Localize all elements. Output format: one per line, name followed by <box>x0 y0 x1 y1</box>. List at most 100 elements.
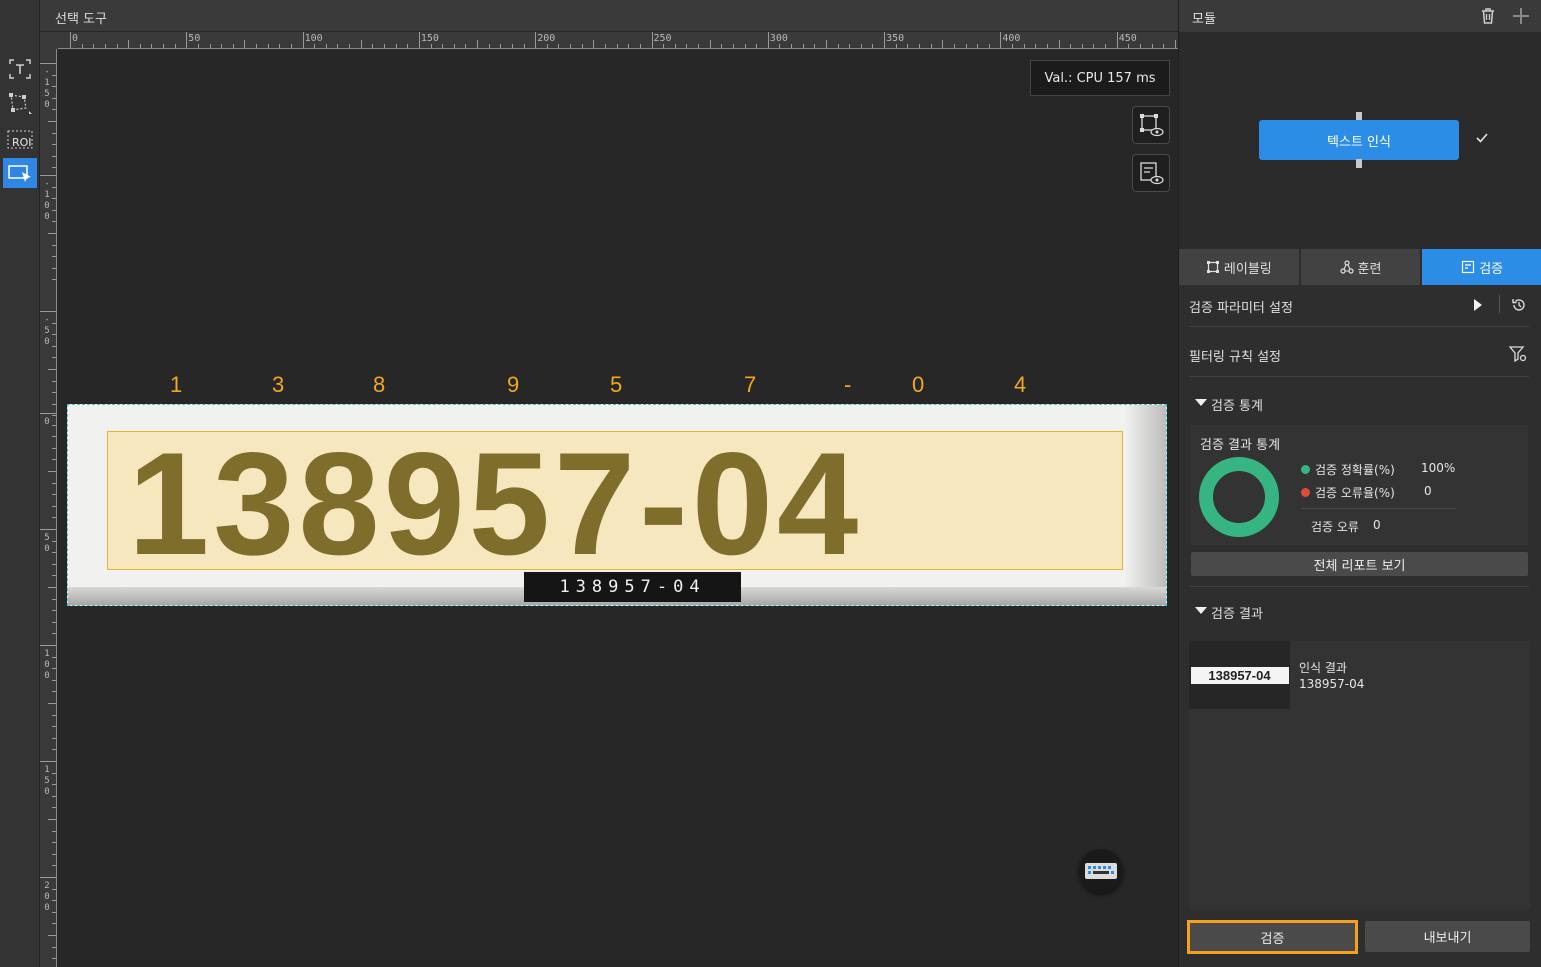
ruler-minor-tick <box>244 40 246 48</box>
ruler-minor-tick <box>52 726 56 728</box>
delete-module-button[interactable] <box>1479 7 1497 29</box>
ruler-minor-tick <box>686 44 688 48</box>
character-label: 1 <box>170 372 183 397</box>
ruler-minor-tick <box>1023 44 1025 48</box>
tab-verify[interactable]: 검증 <box>1422 249 1541 285</box>
ruler-minor-tick <box>895 44 897 48</box>
list-item[interactable]: 138957-04 인식 결과 138957-04 <box>1189 641 1530 709</box>
ruler-minor-tick <box>52 540 56 542</box>
stats-section-header[interactable]: 검증 통계 <box>1189 395 1529 415</box>
ruler-minor-tick <box>849 44 851 48</box>
filter-icon <box>1508 346 1527 363</box>
image-edge <box>1126 405 1166 605</box>
ruler-minor-tick <box>52 563 56 565</box>
character-label: 7 <box>744 372 757 397</box>
trash-icon <box>1482 8 1494 24</box>
filter-button[interactable] <box>1508 346 1527 366</box>
ruler-minor-tick <box>52 198 56 200</box>
ruler-minor-tick <box>52 74 56 76</box>
run-verify-button[interactable] <box>1473 298 1483 316</box>
ruler-label: 450 <box>1118 33 1137 44</box>
panel-tabs: 레이블링 훈련 검증 <box>1179 249 1541 285</box>
filter-settings-row[interactable]: 필터링 규칙 설정 <box>1189 346 1529 366</box>
ruler-minor-tick <box>52 923 56 925</box>
header-bar: 선택 도구 <box>40 0 1178 32</box>
show-annotations-button[interactable] <box>1132 106 1170 144</box>
ruler-minor-tick <box>52 334 56 336</box>
ruler-minor-tick <box>267 44 269 48</box>
filter-settings-label: 필터링 규칙 설정 <box>1189 350 1281 365</box>
ruler-minor-tick <box>558 44 560 48</box>
ruler-minor-tick <box>953 44 955 48</box>
ruler-minor-tick <box>52 436 56 438</box>
ruler-minor-tick <box>81 44 83 48</box>
ruler-minor-tick <box>209 44 211 48</box>
ruler-minor-tick <box>290 44 292 48</box>
ruler-minor-tick <box>663 44 665 48</box>
ruler-minor-tick <box>151 44 153 48</box>
ruler-minor-tick <box>453 44 455 48</box>
checkmark-icon <box>1476 133 1488 143</box>
ruler-major-tick <box>40 175 56 176</box>
training-icon <box>1339 260 1354 274</box>
character-label: 8 <box>373 372 386 397</box>
ruler-minor-tick <box>442 44 444 48</box>
ruler-minor-tick <box>52 132 56 134</box>
ruler-minor-tick <box>349 44 351 48</box>
ruler-minor-tick <box>52 517 56 519</box>
full-report-button[interactable]: 전체 리포트 보기 <box>1191 552 1528 576</box>
ruler-label: 100 <box>304 33 323 44</box>
text-box-tool-button[interactable] <box>3 54 37 84</box>
ruler-minor-tick <box>942 40 944 48</box>
ruler-minor-tick <box>628 44 630 48</box>
ruler-label: 400 <box>1002 33 1021 44</box>
verify-button[interactable]: 검증 <box>1187 920 1358 954</box>
param-settings-row[interactable]: 검증 파라미터 설정 <box>1189 295 1529 317</box>
ruler-minor-tick <box>52 552 56 554</box>
ruler-minor-tick <box>52 668 56 670</box>
tab-labeling[interactable]: 레이블링 <box>1179 249 1299 285</box>
horizontal-ruler: 0 50 100 150 200 250 300 350 400 450 <box>58 32 1178 49</box>
ruler-minor-tick <box>430 44 432 48</box>
ruler-minor-tick <box>128 40 130 48</box>
accuracy-dot <box>1301 465 1310 474</box>
ruler-minor-tick <box>360 40 362 48</box>
ruler-minor-tick <box>546 44 548 48</box>
results-section-header[interactable]: 검증 결과 <box>1189 603 1529 623</box>
ruler-minor-tick <box>52 946 56 948</box>
ruler-minor-tick <box>163 44 165 48</box>
module-title: 모듈 <box>1192 12 1216 27</box>
show-results-button[interactable] <box>1132 154 1170 192</box>
ruler-major-tick <box>70 32 71 48</box>
param-settings-label: 검증 파라미터 설정 <box>1189 301 1293 316</box>
image-text: 138957-04 <box>128 422 863 585</box>
ruler-major-tick <box>40 311 56 312</box>
add-module-button[interactable] <box>1512 7 1530 29</box>
tab-training[interactable]: 훈련 <box>1300 249 1421 285</box>
ruler-major-tick <box>40 761 56 762</box>
verify-icon <box>1462 260 1475 274</box>
select-tool-button[interactable] <box>3 158 37 188</box>
ruler-major-tick <box>302 32 304 48</box>
ruler-minor-tick <box>791 44 793 48</box>
roi-tool-button[interactable]: ROI <box>3 124 37 154</box>
module-node-text-recognition[interactable]: 텍스트 인식 <box>1259 120 1459 160</box>
reset-params-button[interactable] <box>1511 297 1527 317</box>
character-label: - <box>844 372 852 397</box>
ruler-minor-tick <box>616 44 618 48</box>
polygon-tool-button[interactable] <box>3 88 37 118</box>
ruler-minor-tick <box>52 392 56 394</box>
accuracy-value: 100% <box>1421 461 1456 475</box>
ruler-minor-tick <box>48 233 56 234</box>
ruler-minor-tick <box>581 44 583 48</box>
ruler-minor-tick <box>698 44 700 48</box>
image-canvas[interactable]: Val.: CPU 157 ms 138957-04 138957-04 138… <box>58 50 1178 967</box>
ruler-label: 350 <box>886 33 905 44</box>
ruler-minor-tick <box>52 842 56 844</box>
export-button[interactable]: 내보내기 <box>1365 921 1530 952</box>
ruler-minor-tick <box>52 633 56 635</box>
keyboard-shortcuts-button[interactable] <box>1079 849 1123 893</box>
ruler-minor-tick <box>52 900 56 902</box>
ruler-minor-tick <box>48 121 56 122</box>
ruler-minor-tick <box>48 819 56 820</box>
